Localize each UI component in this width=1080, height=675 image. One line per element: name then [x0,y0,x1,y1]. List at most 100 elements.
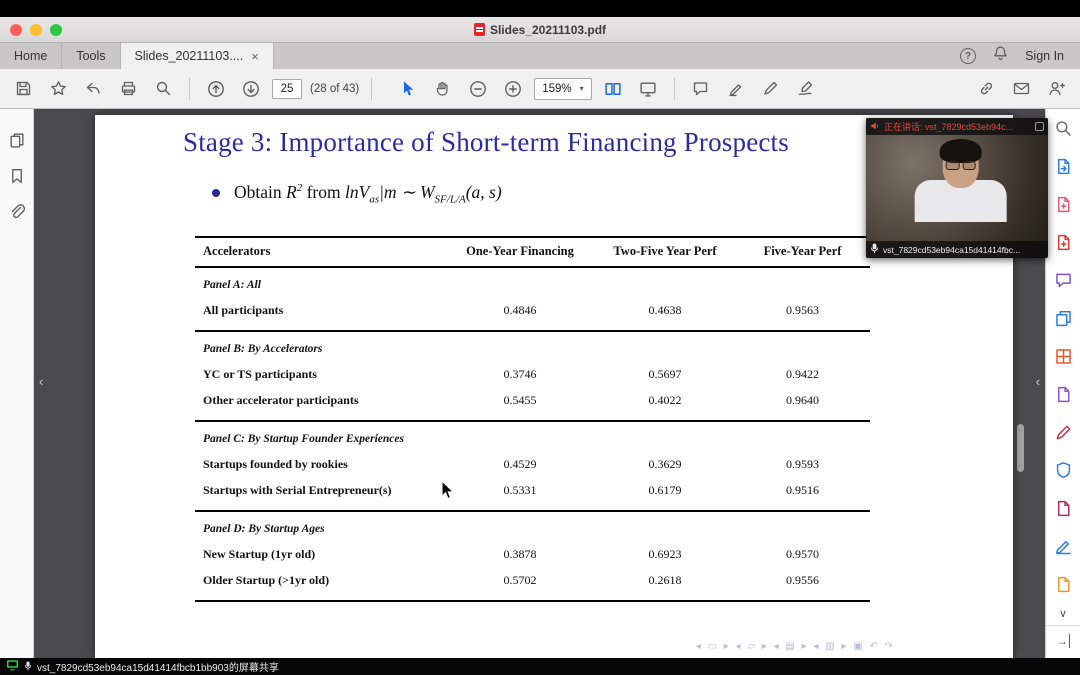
person-hair [940,139,982,163]
select-tool-icon[interactable] [394,75,421,102]
window-titlebar: Slides_20211103.pdf [0,17,1080,43]
close-tab-icon[interactable]: × [251,49,259,64]
screen: Slides_20211103.pdf Home Tools Slides_20… [0,0,1080,675]
participant-person [915,144,1007,222]
tool-stamp-icon[interactable] [1050,495,1076,521]
right-tools-list [1050,115,1076,609]
column-header: Five-Year Perf [735,244,870,259]
share-icon[interactable] [80,75,107,102]
notifications-bell-icon[interactable] [992,45,1009,67]
previous-page-icon[interactable] [202,75,229,102]
zoom-in-icon[interactable] [499,75,526,102]
table-row: All participants 0.4846 0.4638 0.9563 [195,298,870,324]
tool-create-pdf-icon[interactable] [1050,191,1076,217]
comment-icon[interactable] [687,75,714,102]
tool-search-icon[interactable] [1050,115,1076,141]
beamer-navigation-icons[interactable]: ◂ ▭ ▸ ◂ ▱ ▸ ◂ ▤ ▸ ◂ ▥ ▸ ▣ ↶ ↷ [696,641,895,652]
speaking-label: 正在讲话: vst_7829cd53eb94c... [884,120,1031,133]
tool-export-pdf-icon[interactable] [1050,153,1076,179]
collapse-left-panel-icon[interactable]: ‹ [39,375,43,389]
tool-enhance-scans-icon[interactable] [1050,381,1076,407]
tool-organize-pages-icon[interactable] [1050,343,1076,369]
tabbar-right: ? Sign In [960,43,1080,69]
zoom-window-button[interactable] [50,24,62,36]
attachments-icon[interactable] [6,201,28,223]
right-tools-rail: ∨ → [1045,109,1080,658]
collapse-tools-rail-button[interactable]: → [1046,625,1080,650]
screen-share-label: vst_7829cd53eb94ca15d41414fbcb1bb903的屏幕共… [37,659,279,674]
print-icon[interactable] [115,75,142,102]
column-header: Two-Five Year Perf [595,244,735,259]
bookmarks-icon[interactable] [6,165,28,187]
table-section-c: Panel C: By Startup Founder Experiences … [195,422,870,512]
caret-down-icon: ▾ [580,84,584,93]
hand-tool-icon[interactable] [429,75,456,102]
tab-tools[interactable]: Tools [62,43,120,69]
page-count-label: (28 of 43) [310,83,359,95]
toolbar-separator [189,78,190,100]
table-row: Older Startup (>1yr old) 0.5702 0.2618 0… [195,568,870,594]
table-row: YC or TS participants 0.3746 0.5697 0.94… [195,362,870,388]
sign-in-button[interactable]: Sign In [1025,49,1064,63]
vertical-scrollbar-thumb[interactable] [1017,424,1024,472]
table-section-a: Panel A: All All participants 0.4846 0.4… [195,268,870,332]
app-tabbar: Home Tools Slides_20211103.... × ? Sign … [0,43,1080,69]
panel-title: Panel B: By Accelerators [195,338,870,360]
video-call-overlay[interactable]: 正在讲话: vst_7829cd53eb94c... vst_7829cd53e… [866,118,1048,258]
display-mode-icon[interactable] [635,75,662,102]
toolbar-separator [674,78,675,100]
tool-combine-files-icon[interactable] [1050,305,1076,331]
tool-measure-icon[interactable] [1050,533,1076,559]
main-toolbar: (28 of 43) 159% ▾ [0,69,1080,109]
link-icon[interactable] [973,75,1000,102]
overlay-view-icon[interactable] [1035,122,1044,131]
email-icon[interactable] [1008,75,1035,102]
page-number-input[interactable] [272,79,302,99]
more-tools-chevron-icon[interactable]: ∨ [1059,607,1067,620]
tool-comment-icon[interactable] [1050,267,1076,293]
tool-more-tools-icon[interactable] [1050,571,1076,597]
slide-formula: Obtain R2 from lnVas|m ∼ WSF/L/A(a, s) [234,182,502,206]
table-row: Startups founded by rookies 0.4529 0.362… [195,452,870,478]
mic-icon [870,241,879,259]
tool-edit-pdf-icon[interactable] [1050,229,1076,255]
table-row: New Startup (1yr old) 0.3878 0.6923 0.95… [195,542,870,568]
traffic-lights [10,24,62,36]
next-page-icon[interactable] [237,75,264,102]
tool-fill-sign-icon[interactable] [1050,419,1076,445]
screen-share-icon [6,658,19,675]
results-table: Accelerators One-Year Financing Two-Five… [195,236,870,602]
screen-share-bar: vst_7829cd53eb94ca15d41414fbcb1bb903的屏幕共… [0,658,1080,675]
tool-protect-icon[interactable] [1050,457,1076,483]
window-title: Slides_20211103.pdf [490,23,606,37]
page-thumbnails-icon[interactable] [6,129,28,151]
tab-document[interactable]: Slides_20211103.... × [121,43,274,69]
participant-name-bar: vst_7829cd53eb94ca15d41414fbc... [866,241,1048,258]
pdf-file-icon [474,23,485,36]
collapse-right-icon: → [1056,634,1070,648]
fit-width-icon[interactable] [600,75,627,102]
ink-signature-icon[interactable] [792,75,819,102]
expand-right-panel-icon[interactable]: ‹ [1036,375,1040,389]
table-header-row: Accelerators One-Year Financing Two-Five… [195,238,870,268]
help-button[interactable]: ? [960,48,976,64]
add-user-icon[interactable] [1043,75,1070,102]
panel-title: Panel C: By Startup Founder Experiences [195,428,870,450]
table-row: Other accelerator participants 0.5455 0.… [195,388,870,414]
tab-home[interactable]: Home [0,43,62,69]
close-window-button[interactable] [10,24,22,36]
share-mic-icon [24,658,32,675]
panel-title: Panel D: By Startup Ages [195,518,870,540]
panel-title: Panel A: All [195,274,870,296]
highlight-icon[interactable] [722,75,749,102]
zoom-level-select[interactable]: 159% ▾ [534,78,591,100]
person-head [943,144,979,188]
save-icon[interactable] [10,75,37,102]
bullet-icon [212,189,220,197]
fill-sign-icon[interactable] [757,75,784,102]
minimize-window-button[interactable] [30,24,42,36]
left-navigation-rail [0,109,34,658]
star-icon[interactable] [45,75,72,102]
find-icon[interactable] [150,75,177,102]
zoom-out-icon[interactable] [464,75,491,102]
